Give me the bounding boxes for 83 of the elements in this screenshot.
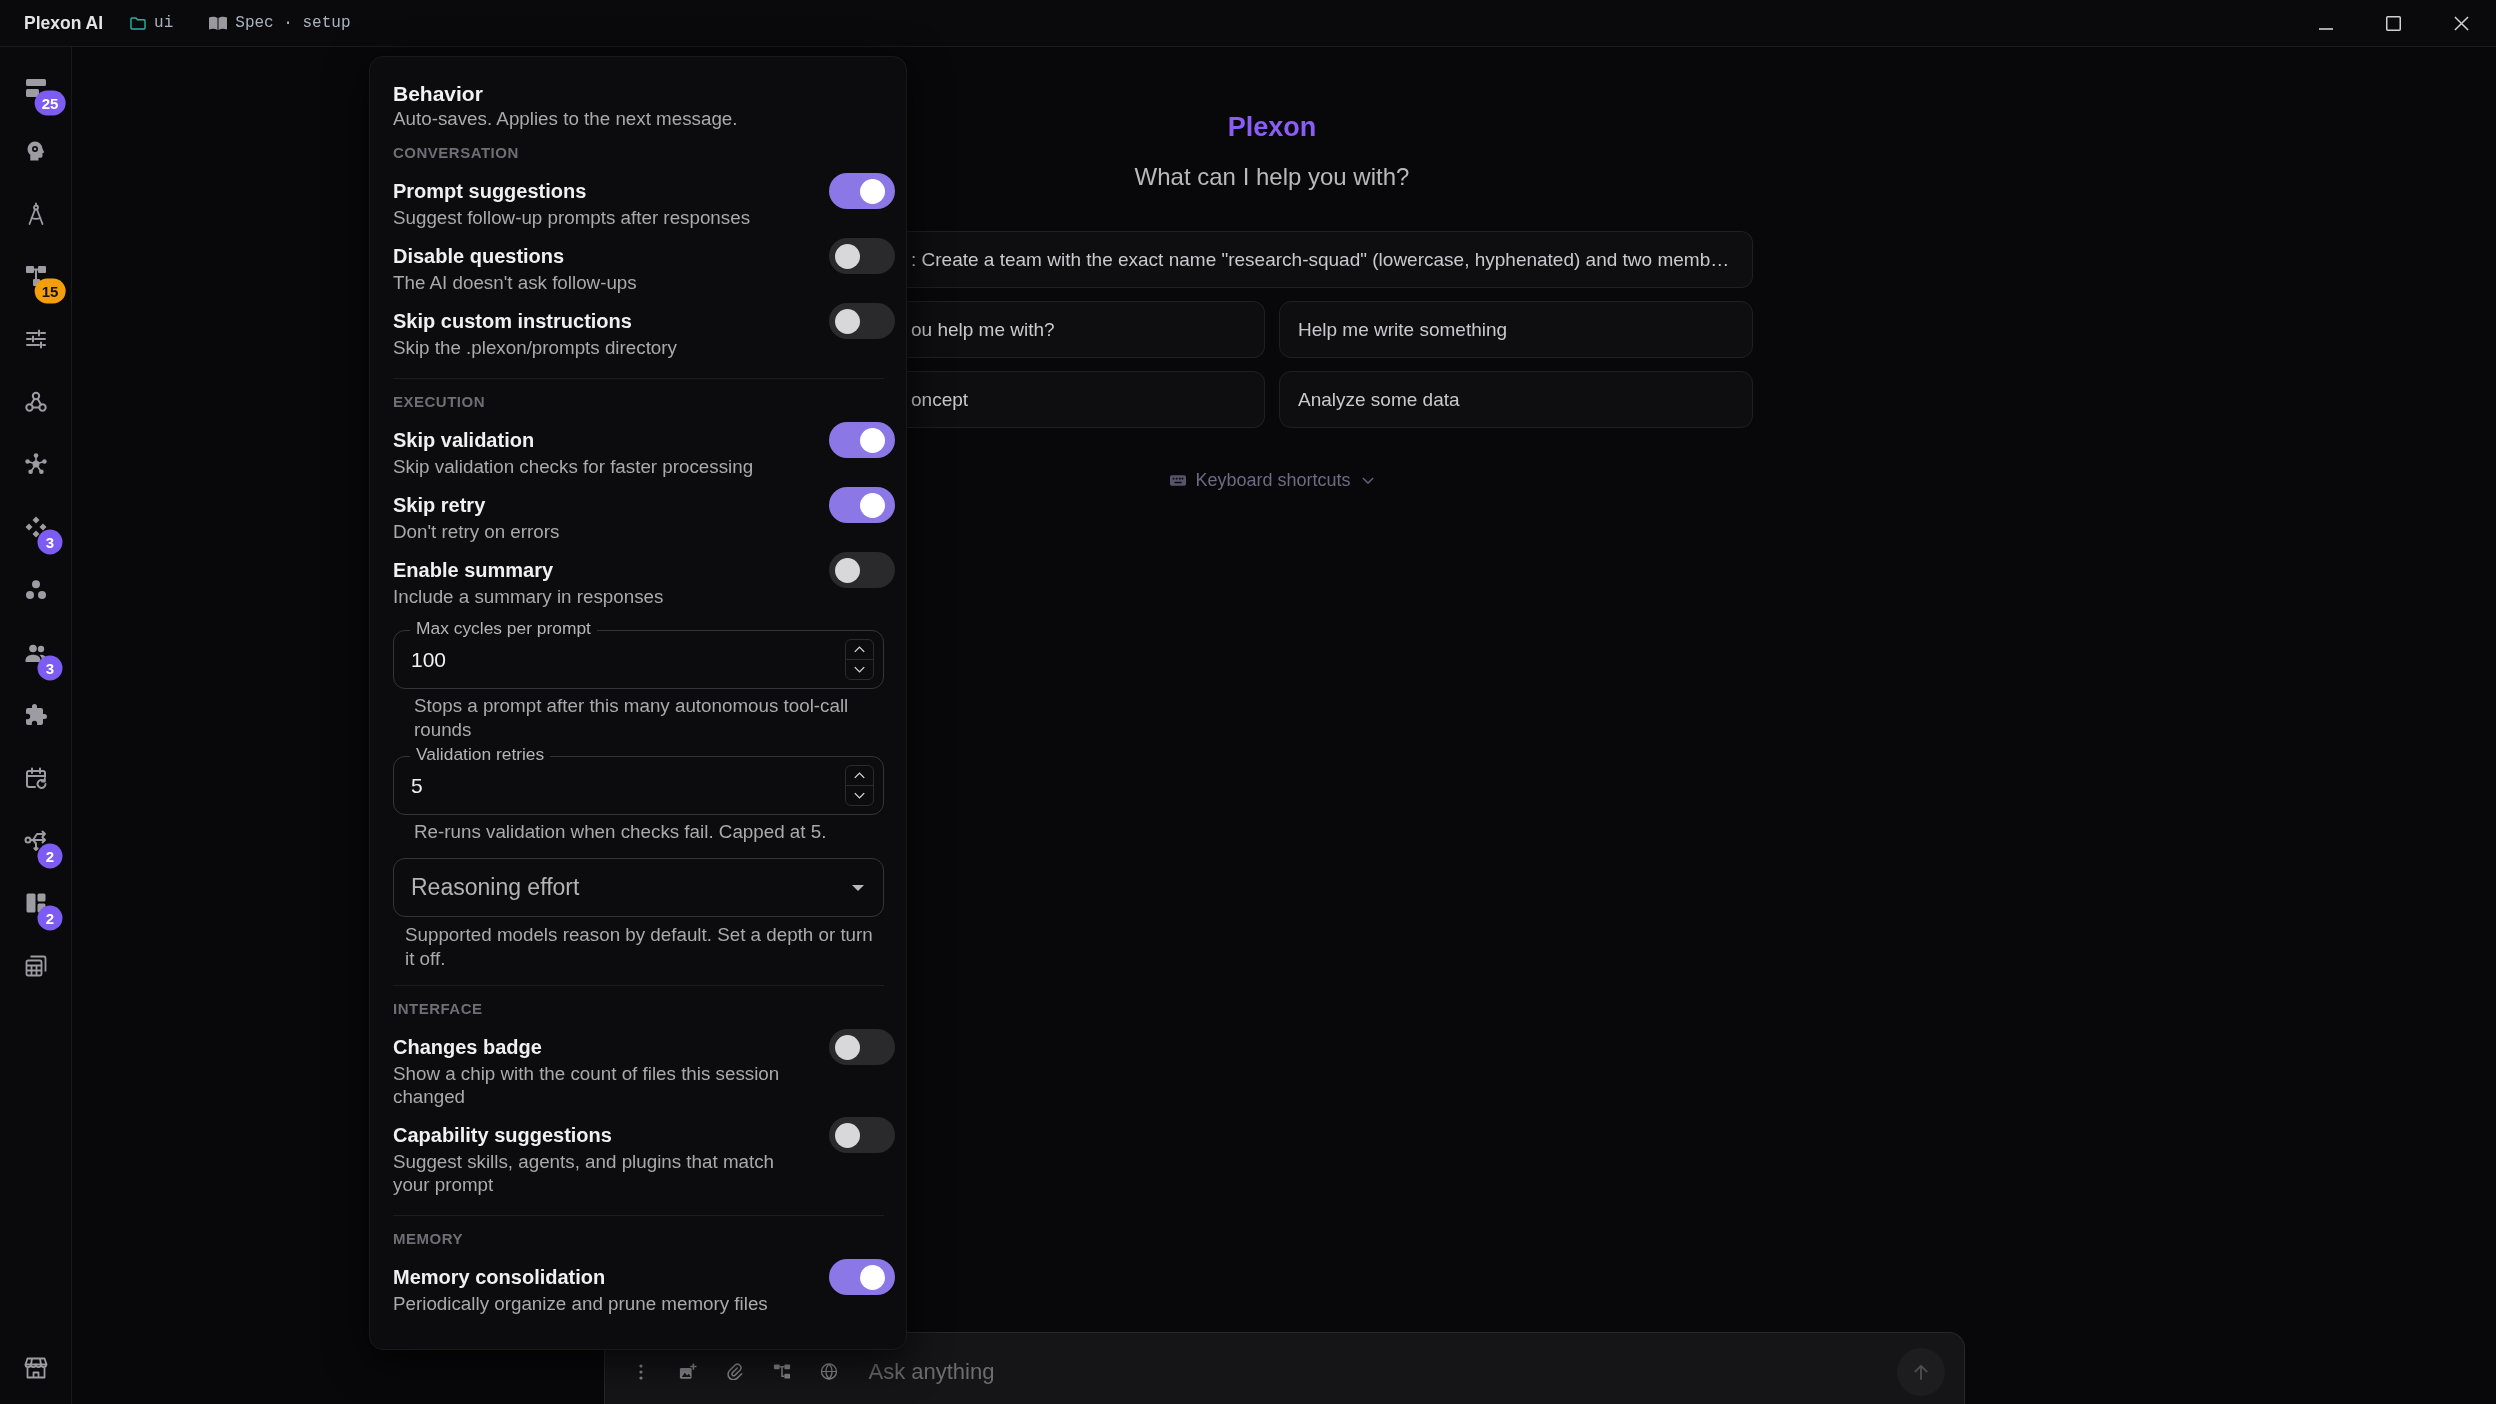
count-badge: 2 xyxy=(37,905,63,931)
toggle-switch[interactable] xyxy=(829,238,895,274)
toggle-switch[interactable] xyxy=(829,422,895,458)
stacked-tables-icon[interactable] xyxy=(23,953,48,978)
count-badge: 3 xyxy=(37,655,63,681)
folder-icon xyxy=(130,16,147,30)
maximize-icon[interactable] xyxy=(2386,15,2401,31)
globe-icon[interactable] xyxy=(819,1363,838,1380)
panel-subtitle: Auto-saves. Applies to the next message. xyxy=(393,107,739,130)
image-plus-icon[interactable] xyxy=(678,1363,697,1380)
book-icon xyxy=(209,16,228,30)
setting-description: Skip the .plexon/prompts directory xyxy=(393,336,677,359)
arrow-up-icon xyxy=(1912,1363,1929,1380)
count-badge: 15 xyxy=(34,278,66,304)
helper-text: Stops a prompt after this many autonomous tool-call rounds xyxy=(413,694,850,742)
setting-label: Disable questions xyxy=(393,244,566,269)
brand-title: Plexon xyxy=(1227,111,1317,143)
setting-label: Skip custom instructions xyxy=(393,309,633,334)
toggle-switch[interactable] xyxy=(829,552,895,588)
count-badge: 2 xyxy=(37,843,63,869)
setting-label: Skip validation xyxy=(393,428,536,453)
toggle-switch[interactable] xyxy=(829,1117,895,1153)
toggle-switch[interactable] xyxy=(829,303,895,339)
count-badge: 25 xyxy=(34,90,66,116)
chevron-down-icon[interactable] xyxy=(854,792,865,799)
section-heading: MEMORY xyxy=(393,1229,464,1249)
diamonds-icon[interactable] xyxy=(23,515,48,540)
setting-label: Capability suggestions xyxy=(393,1123,613,1148)
toggle-switch[interactable] xyxy=(829,1259,895,1295)
caret-down-icon xyxy=(852,884,864,891)
toggle-switch[interactable] xyxy=(829,1029,895,1065)
setting-label: Enable summary xyxy=(393,558,555,583)
toggle-switch[interactable] xyxy=(829,487,895,523)
number-stepper[interactable] xyxy=(845,639,874,680)
app-title: Plexon AI xyxy=(24,12,104,34)
setting-description: Periodically organize and prune memory files xyxy=(393,1292,768,1315)
setting-description: Show a chip with the count of files this session changed xyxy=(393,1062,781,1108)
count-badge: 3 xyxy=(37,529,63,555)
chat-composer[interactable]: Ask anything xyxy=(603,1332,1965,1404)
chevron-up-icon[interactable] xyxy=(854,772,865,779)
paperclip-icon[interactable] xyxy=(725,1363,744,1380)
suggestion-card[interactable]: ou help me with? xyxy=(907,301,1265,358)
helper-text: Re-runs validation when checks fail. Capped at 5. xyxy=(413,820,828,844)
setting-label: Memory consolidation xyxy=(393,1265,607,1290)
more-icon[interactable] xyxy=(638,1363,643,1380)
select-field[interactable]: Reasoning effort xyxy=(393,858,884,917)
folder-name[interactable]: ui xyxy=(154,14,174,32)
greeting-text: What can I help you with? xyxy=(1134,162,1410,192)
network-icon[interactable] xyxy=(23,452,48,477)
circles-cluster-icon[interactable] xyxy=(23,577,48,602)
suggestion-card[interactable]: : Create a team with the exact name "research-squad" (lowercase, hyphenated) and two memb… xyxy=(907,231,1753,288)
branch-arrows-icon[interactable] xyxy=(23,828,48,853)
spec-name[interactable]: Spec · setup xyxy=(235,14,351,32)
setting-label: Changes badge xyxy=(393,1035,543,1060)
toggle-switch[interactable] xyxy=(829,173,895,209)
close-icon[interactable] xyxy=(2454,15,2469,31)
helper-text: Supported models reason by default. Set a depth or turn it off. xyxy=(404,923,874,971)
setting-description: Suggest follow-up prompts after responses xyxy=(393,206,751,229)
setting-description: Skip validation checks for faster processing xyxy=(393,455,754,478)
suggestion-card[interactable]: Analyze some data xyxy=(1279,371,1753,428)
chevron-up-icon[interactable] xyxy=(854,646,865,653)
store-icon[interactable] xyxy=(23,1355,48,1380)
setting-description: Don't retry on errors xyxy=(393,520,560,543)
section-heading: EXECUTION xyxy=(393,392,486,412)
diagram-icon[interactable] xyxy=(772,1363,791,1380)
setting-label: Prompt suggestions xyxy=(393,179,588,204)
suggestion-card[interactable]: oncept xyxy=(907,371,1265,428)
calendar-refresh-icon[interactable] xyxy=(23,765,48,790)
panel-title: Behavior xyxy=(393,81,484,107)
section-heading: CONVERSATION xyxy=(393,143,520,163)
setting-description: The AI doesn't ask follow-ups xyxy=(393,271,637,294)
keyboard-icon xyxy=(1170,475,1187,486)
chat-input[interactable]: Ask anything xyxy=(868,1358,1897,1385)
suggestion-card[interactable]: Help me write something xyxy=(1279,301,1753,358)
setting-description: Include a summary in responses xyxy=(393,585,664,608)
setting-description: Suggest skills, agents, and plugins that match your prompt xyxy=(393,1150,776,1196)
shortcuts-toggle[interactable]: Keyboard shortcuts xyxy=(1164,466,1380,495)
setting-label: Skip retry xyxy=(393,493,487,518)
chevron-down-icon[interactable] xyxy=(854,666,865,673)
number-stepper[interactable] xyxy=(845,765,874,806)
puzzle-icon[interactable] xyxy=(23,703,48,728)
section-heading: INTERFACE xyxy=(393,999,484,1019)
linked-circles-icon[interactable] xyxy=(23,389,48,414)
